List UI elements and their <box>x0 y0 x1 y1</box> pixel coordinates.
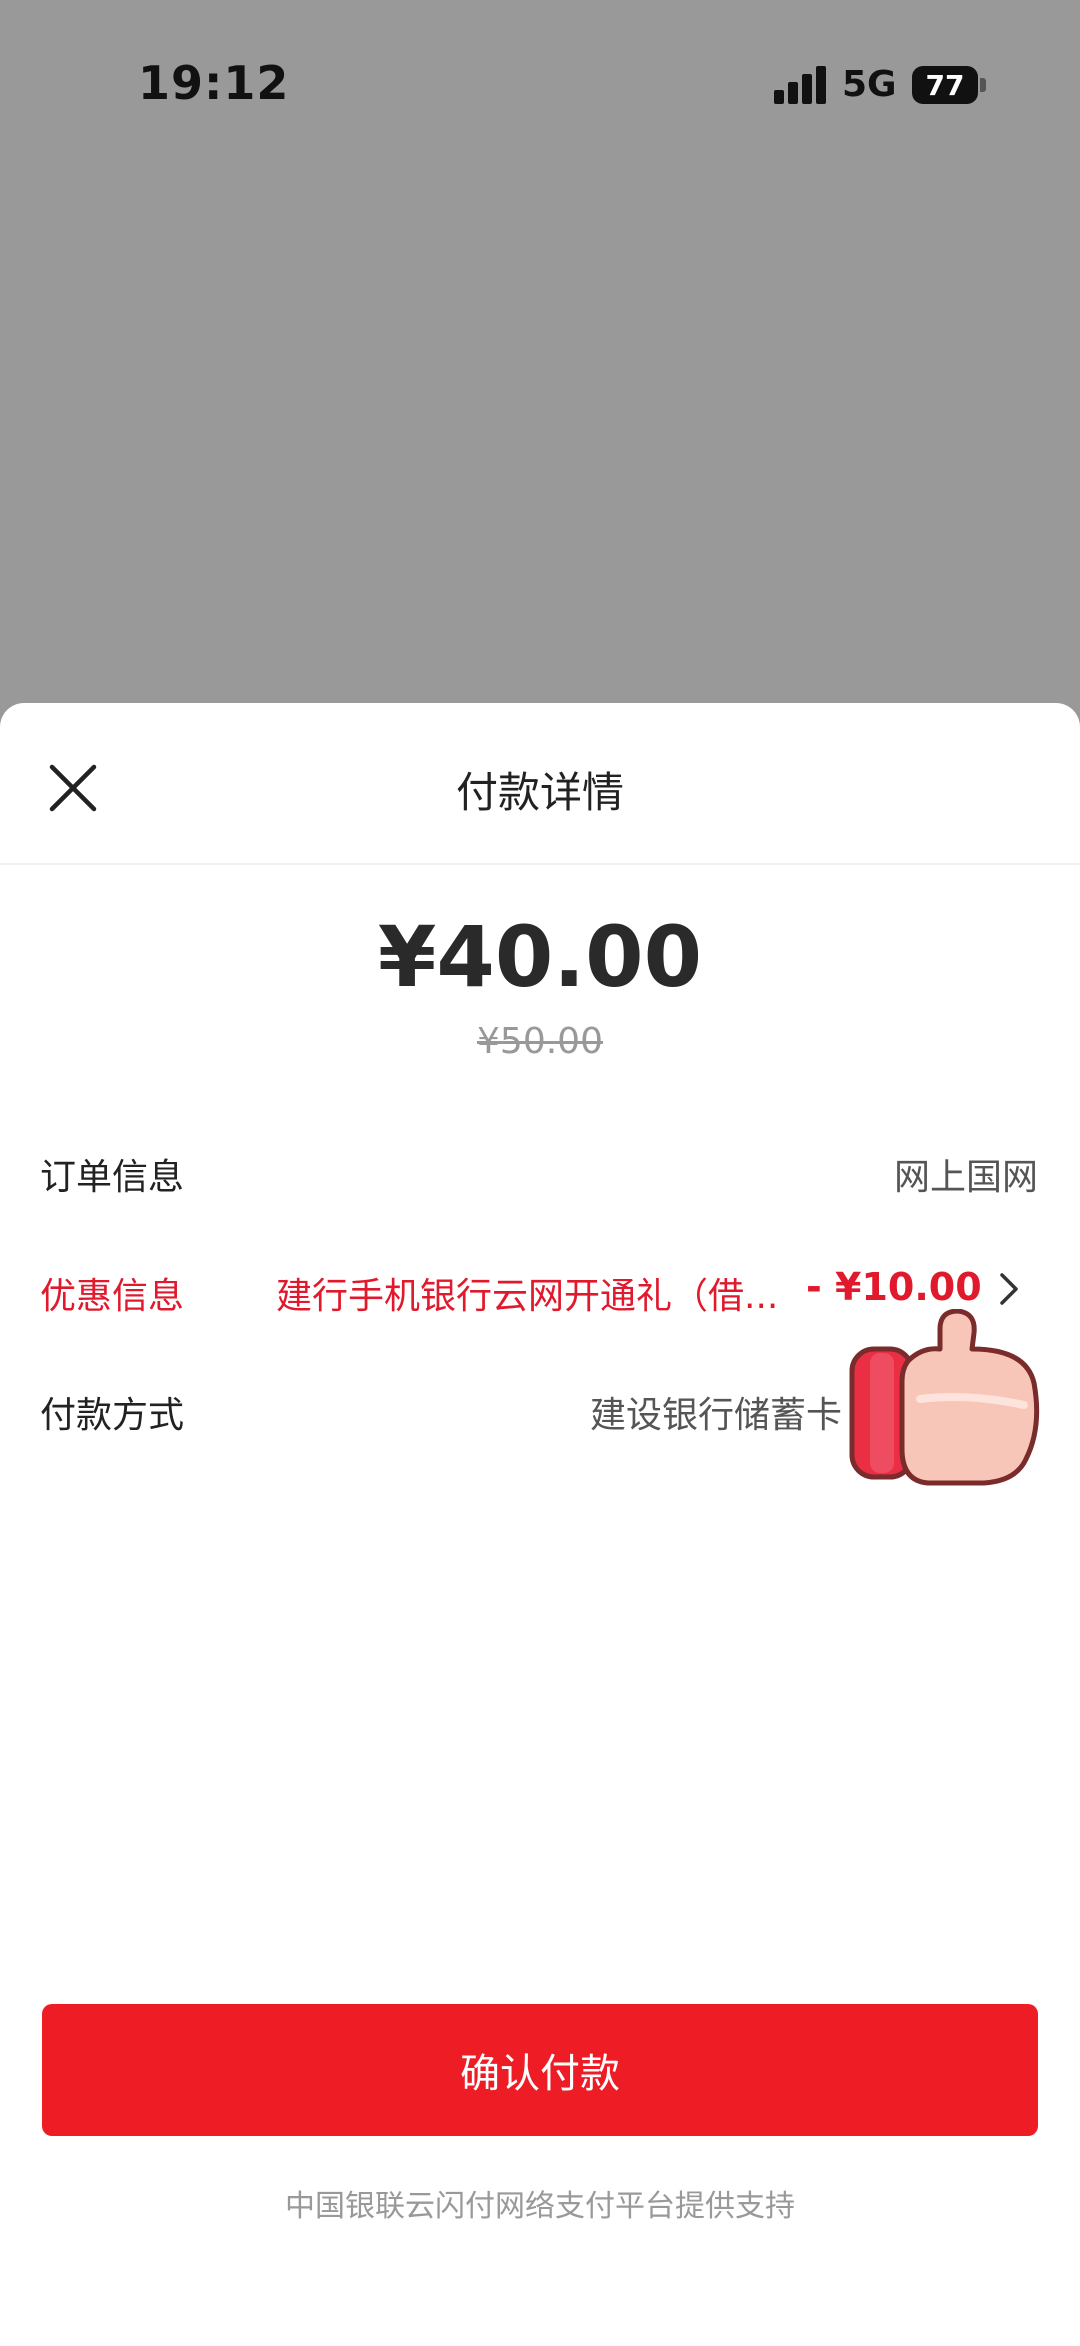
confirm-payment-button[interactable]: 确认付款 <box>42 2004 1038 2136</box>
chevron-right-icon <box>994 1269 1024 1309</box>
order-info-value: 网上国网 <box>893 1157 1038 1198</box>
payment-details-sheet: 付款详情 ¥40.00 ¥50.00 订单信息 网上国网 优惠信息 建行手机银行… <box>0 703 1080 2346</box>
sheet-title: 付款详情 <box>455 768 624 817</box>
promo-description: 建行手机银行云网开通礼（借... <box>276 1276 779 1317</box>
payment-amount: ¥40.00 <box>377 908 703 1006</box>
network-type: 5G <box>842 64 897 105</box>
status-time: 19:12 <box>138 56 290 110</box>
battery-level: 77 <box>925 68 965 102</box>
promo-discount: - ¥10.00 <box>806 1265 982 1309</box>
promo-info-label: 优惠信息 <box>40 1276 185 1317</box>
order-info-row: 订单信息 网上国网 <box>0 1130 1080 1210</box>
signal-icon <box>774 66 828 104</box>
sheet-header: 付款详情 <box>0 703 1080 865</box>
provider-note: 中国银联云闪付网络支付平台提供支持 <box>285 2189 795 2224</box>
original-amount: ¥50.00 <box>477 1021 603 1062</box>
battery-icon: 77 <box>912 66 978 104</box>
battery-tip <box>980 78 986 92</box>
status-bar: 19:12 5G 77 <box>0 0 1080 180</box>
payment-method-label: 付款方式 <box>40 1395 185 1436</box>
order-info-label: 订单信息 <box>40 1157 185 1198</box>
payment-method-value: 建设银行储蓄卡 <box>589 1395 842 1436</box>
thumbs-up-sticker <box>848 1308 1048 1489</box>
